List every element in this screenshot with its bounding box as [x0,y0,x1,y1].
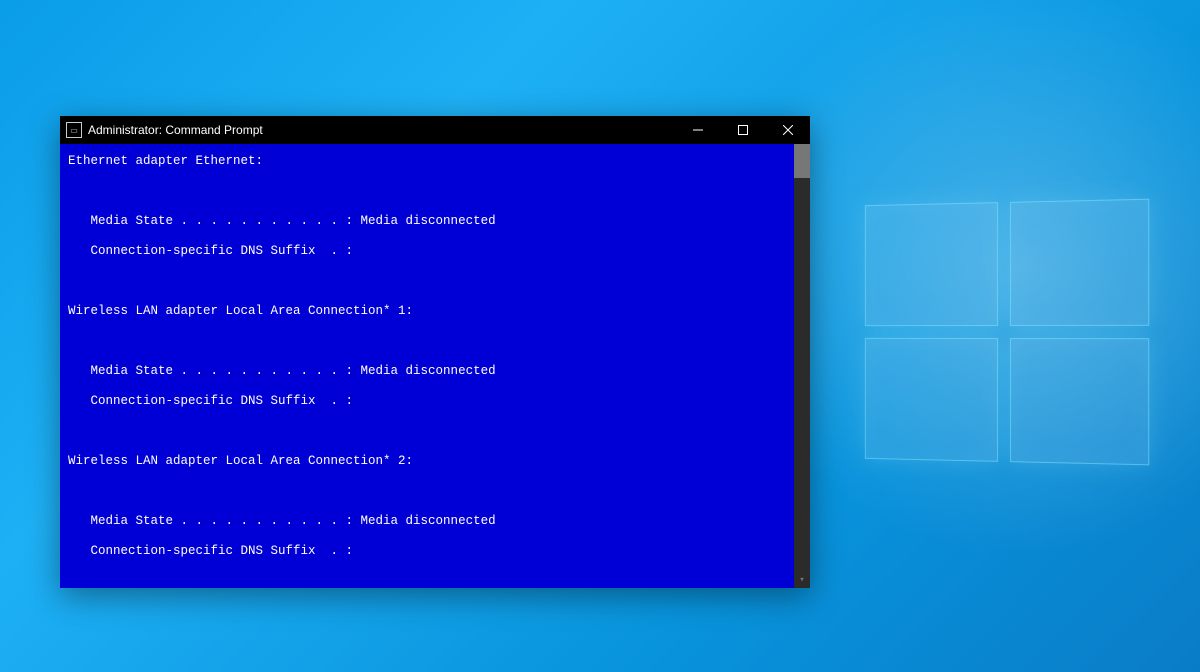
output-line: Wireless LAN adapter Local Area Connecti… [68,454,802,469]
output-line [68,334,802,349]
windows-logo-pane [865,338,998,462]
windows-logo-pane [865,202,998,326]
windows-logo-pane [1009,338,1149,465]
scrollbar-thumb[interactable] [794,144,810,178]
window-controls [675,116,810,144]
output-line [68,484,802,499]
close-button[interactable] [765,116,810,144]
terminal-output[interactable]: Ethernet adapter Ethernet: Media State .… [60,144,810,588]
output-line [68,184,802,199]
output-line: Connection-specific DNS Suffix . : [68,394,802,409]
output-line: Connection-specific DNS Suffix . : [68,244,802,259]
command-prompt-window: ▭ Administrator: Command Prompt Ethernet… [60,116,810,588]
output-line: Media State . . . . . . . . . . . : Medi… [68,514,802,529]
scroll-down-icon[interactable]: ▾ [794,572,810,588]
output-line: Media State . . . . . . . . . . . : Medi… [68,214,802,229]
maximize-button[interactable] [720,116,765,144]
windows-logo-pane [1009,199,1149,326]
output-line: Ethernet adapter Ethernet: [68,154,802,169]
windows-logo [865,199,1149,466]
scrollbar[interactable]: ▾ [794,144,810,588]
output-line [68,274,802,289]
output-line [68,424,802,439]
window-title: Administrator: Command Prompt [88,123,675,137]
output-line [68,574,802,588]
cmd-icon: ▭ [66,122,82,138]
output-line: Wireless LAN adapter Local Area Connecti… [68,304,802,319]
output-line: Connection-specific DNS Suffix . : [68,544,802,559]
titlebar[interactable]: ▭ Administrator: Command Prompt [60,116,810,144]
output-line: Media State . . . . . . . . . . . : Medi… [68,364,802,379]
minimize-button[interactable] [675,116,720,144]
